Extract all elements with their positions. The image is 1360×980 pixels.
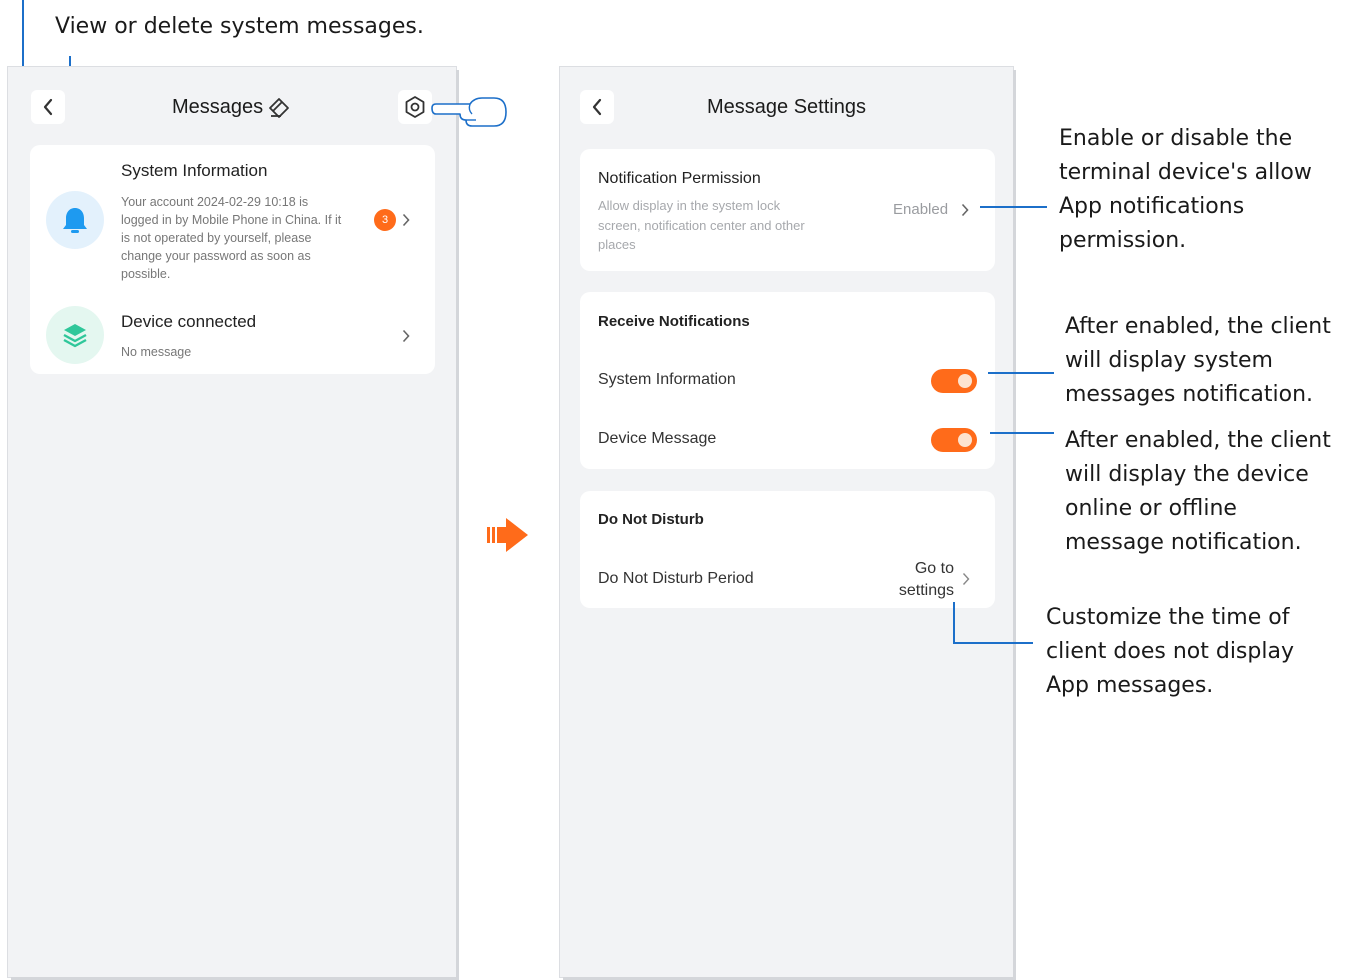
settings-button[interactable]: [398, 90, 432, 124]
chevron-right-icon: [961, 203, 969, 217]
annotation-notification-permission: Enable or disable the terminal device's …: [1059, 126, 1312, 253]
annotation-line: [980, 206, 1047, 208]
annotation-line: [953, 602, 955, 644]
annotation-do-not-disturb: Customize the time of client does not di…: [1046, 605, 1294, 698]
clear-messages-icon[interactable]: [268, 97, 290, 119]
message-settings-screen: Message Settings Notification Permission…: [560, 67, 1013, 977]
annotation-line: [990, 432, 1054, 434]
back-button[interactable]: [31, 90, 65, 124]
notification-permission-card[interactable]: Notification Permission Allow display in…: [580, 149, 995, 271]
page-title: Messages: [172, 96, 272, 119]
annotation-system-information: After enabled, the client will display s…: [1065, 314, 1331, 407]
arrow-right-icon: [487, 518, 528, 552]
chevron-right-icon: [402, 213, 410, 227]
pointing-hand-icon: [431, 97, 507, 127]
item-body: Your account 2024-02-29 10:18 is logged …: [121, 195, 342, 281]
notification-permission-title: Notification Permission: [598, 170, 761, 187]
messages-list-card: System Information Your account 2024-02-…: [30, 145, 435, 374]
go-to-settings-link[interactable]: Go to settings: [880, 558, 954, 602]
chevron-right-icon: [402, 329, 410, 343]
item-title: System Information: [121, 161, 268, 180]
device-message-toggle[interactable]: [931, 428, 977, 452]
item-title: Device connected: [121, 312, 257, 331]
notification-permission-value: Enabled: [893, 201, 949, 218]
chevron-left-icon: [43, 98, 53, 116]
system-information-label: System Information: [598, 371, 736, 388]
section-heading: Receive Notifications: [598, 313, 750, 330]
list-item-system-information[interactable]: System Information Your account 2024-02-…: [30, 145, 435, 293]
do-not-disturb-period-row[interactable]: Do Not Disturb Period Go to settings: [580, 553, 995, 603]
annotation-top: View or delete system messages.: [55, 14, 424, 39]
annotation-device-message: After enabled, the client will display t…: [1065, 428, 1331, 555]
system-information-row: System Information: [580, 358, 995, 404]
receive-notifications-card: Receive Notifications System Information…: [580, 292, 995, 469]
annotation-line: [953, 642, 1033, 644]
do-not-disturb-card: Do Not Disturb Do Not Disturb Period Go …: [580, 491, 995, 608]
chevron-right-icon: [962, 573, 970, 585]
device-message-label: Device Message: [598, 430, 717, 447]
bell-icon: [46, 191, 104, 249]
gear-icon: [405, 96, 425, 118]
item-body: No message: [121, 345, 192, 359]
annotation-line: [988, 372, 1054, 374]
layers-icon: [46, 306, 104, 364]
page-title-text: Messages: [172, 96, 264, 118]
unread-badge: 3: [374, 209, 396, 231]
do-not-disturb-period-label: Do Not Disturb Period: [598, 570, 754, 587]
system-information-toggle[interactable]: [931, 369, 977, 393]
section-heading: Do Not Disturb: [598, 511, 704, 528]
messages-screen: Messages System Information Your account…: [8, 67, 456, 977]
page-title: Message Settings: [707, 96, 866, 118]
device-message-row: Device Message: [580, 418, 995, 464]
notification-permission-description: Allow display in the system lock screen,…: [598, 198, 805, 252]
list-item-device-connected[interactable]: Device connected No message: [30, 295, 435, 374]
